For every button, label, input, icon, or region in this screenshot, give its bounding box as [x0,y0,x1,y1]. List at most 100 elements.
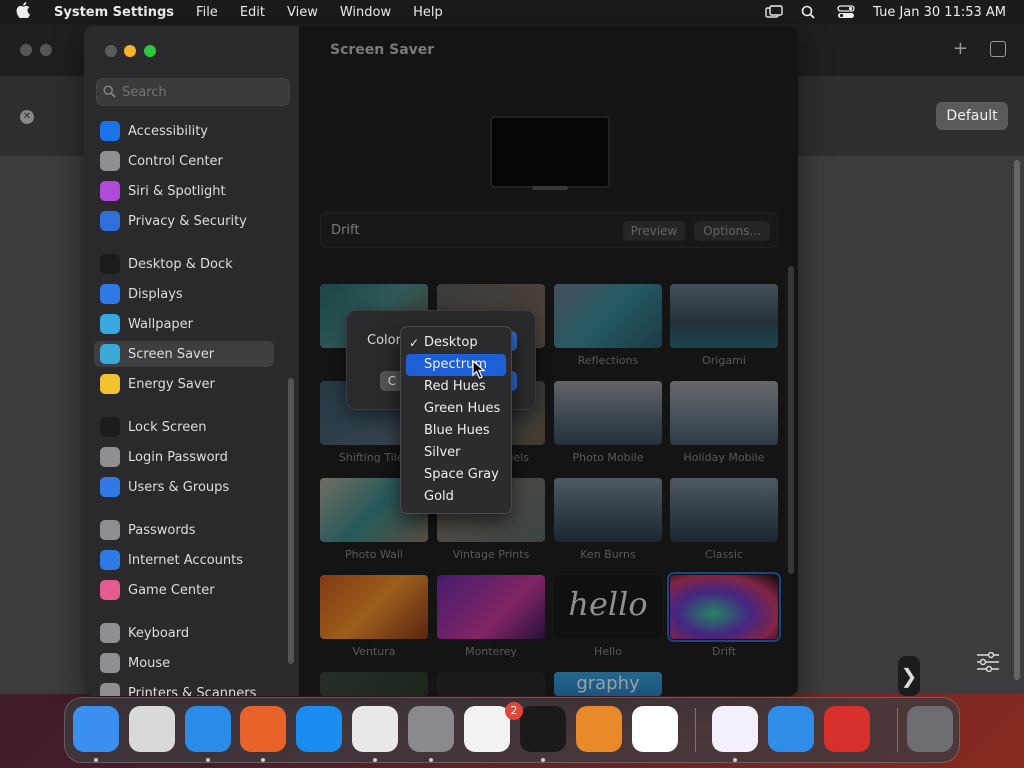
settings-gear-icon[interactable] [408,706,454,752]
window-close-button[interactable] [105,45,117,57]
sidebar-item-mouse[interactable]: Mouse [94,650,274,676]
menu-clock[interactable]: Tue Jan 30 11:53 AM [873,5,1006,20]
weather-icon[interactable] [768,706,814,752]
sidebar-item-control-center[interactable]: Control Center [94,148,274,174]
chevron-right-icon[interactable]: ❯ [898,656,920,696]
new-tab-plus-icon[interactable]: + [953,38,968,59]
menu-file[interactable]: File [196,5,218,20]
sidebar-item-passwords[interactable]: Passwords [94,517,274,543]
sidebar-item-label: Wallpaper [128,316,194,332]
control-center-icon[interactable] [837,5,855,19]
sidebar-item-siri-spotlight[interactable]: Siri & Spotlight [94,178,274,204]
printer-icon [100,683,120,696]
mouse-icon [100,653,120,673]
sidebar-item-lock-screen[interactable]: Lock Screen [94,414,274,440]
menu-bar: System Settings File Edit View Window He… [0,0,1024,24]
visual-studio-icon[interactable] [712,706,758,752]
vscode-icon[interactable] [632,706,678,752]
photo-booth-icon[interactable] [824,706,870,752]
sidebar-item-label: Lock Screen [128,419,207,435]
guitar-icon[interactable] [576,706,622,752]
sidebar-item-accessibility[interactable]: Accessibility [94,118,274,144]
menu-help[interactable]: Help [413,5,443,20]
window-zoom-button[interactable] [144,45,156,57]
menu-window[interactable]: Window [340,5,391,20]
color-option-red-hues[interactable]: Red Hues [406,376,506,398]
sidebar-item-label: Privacy & Security [128,213,247,229]
checkmark-icon: ✓ [409,336,420,350]
sidebar-item-game-center[interactable]: Game Center [94,577,274,603]
screen-saver-icon [100,344,120,364]
menu-app-name[interactable]: System Settings [54,5,174,20]
firefox-icon[interactable] [240,706,286,752]
dock: 2 [64,697,960,763]
chrome-icon[interactable] [352,706,398,752]
tab-overview-icon[interactable] [990,41,1006,57]
color-option-gold[interactable]: Gold [406,486,506,508]
sidebar-item-label: Internet Accounts [128,552,244,568]
sidebar-item-label: Desktop & Dock [128,256,233,272]
sidebar-item-label: Energy Saver [128,376,215,392]
app-store-icon[interactable] [296,706,342,752]
lock-icon [100,417,120,437]
sidebar-item-privacy-security[interactable]: Privacy & Security [94,208,274,234]
running-indicator [206,758,210,762]
screen-mirroring-icon[interactable] [765,5,783,19]
sidebar-item-internet-accounts[interactable]: Internet Accounts [94,547,274,573]
menu-edit[interactable]: Edit [240,5,265,20]
running-indicator [733,758,737,762]
color-option-label: Space Gray [424,467,499,482]
color-dropdown-menu: ✓ Desktop Spectrum Red Hues Green Hues Blue H… [400,326,512,514]
wallpaper-icon [100,314,120,334]
sidebar-item-label: Game Center [128,582,215,598]
sidebar-item-energy-saver[interactable]: Energy Saver [94,371,274,397]
sidebar-item-users-groups[interactable]: Users & Groups [94,474,274,500]
sidebar-item-desktop-dock[interactable]: Desktop & Dock [94,251,274,277]
settings-badge: 2 [505,702,523,720]
hand-icon [100,211,120,231]
default-button[interactable]: Default [936,102,1008,130]
color-option-desktop[interactable]: ✓ Desktop [406,332,506,354]
sidebar-item-keyboard[interactable]: Keyboard [94,620,274,646]
dock-separator [695,708,696,752]
sidebar-item-wallpaper[interactable]: Wallpaper [94,311,274,337]
menu-view[interactable]: View [287,5,318,20]
color-option-spectrum[interactable]: Spectrum [406,354,506,376]
sidebar-item-login-password[interactable]: Login Password [94,444,274,470]
sidebar-item-label: Printers & Scanners [128,685,257,697]
sidebar-item-label: Keyboard [128,625,190,641]
displays-icon [100,284,120,304]
finder-icon[interactable] [73,706,119,752]
search-input[interactable] [122,84,272,100]
trash-icon[interactable] [907,706,953,752]
apple-menu-icon[interactable] [16,2,44,22]
bg-minimize-dot-icon[interactable] [40,44,52,56]
textedit-icon[interactable] [464,706,510,752]
safari-icon[interactable] [185,706,231,752]
game-center-icon [100,580,120,600]
launchpad-icon[interactable] [129,706,175,752]
sidebar-item-label: Control Center [128,153,223,169]
control-center-icon [100,151,120,171]
window-minimize-button[interactable] [124,45,136,57]
sidebar-search [96,78,290,106]
color-option-green-hues[interactable]: Green Hues [406,398,506,420]
color-option-blue-hues[interactable]: Blue Hues [406,420,506,442]
color-option-space-gray[interactable]: Space Gray [406,464,506,486]
sidebar-item-displays[interactable]: Displays [94,281,274,307]
sidebar-item-label: Accessibility [128,123,208,139]
color-option-silver[interactable]: Silver [406,442,506,464]
clear-x-icon[interactable]: ✕ [20,110,34,124]
background-scrollbar[interactable] [1014,160,1020,680]
bg-close-dot-icon[interactable] [20,44,32,56]
sliders-icon[interactable] [976,651,1000,673]
sidebar-scrollbar[interactable] [288,378,294,664]
sidebar-item-label: Mouse [128,655,171,671]
sidebar: Accessibility Control Center Siri & Spotli… [84,26,300,696]
sidebar-item-printers-scanners[interactable]: Printers & Scanners [94,680,274,696]
spotlight-search-icon[interactable] [801,5,819,19]
sidebar-item-label: Users & Groups [128,479,230,495]
terminal-icon[interactable] [520,706,566,752]
mouse-pointer-icon [472,359,486,380]
sidebar-item-screen-saver[interactable]: Screen Saver [94,341,274,367]
